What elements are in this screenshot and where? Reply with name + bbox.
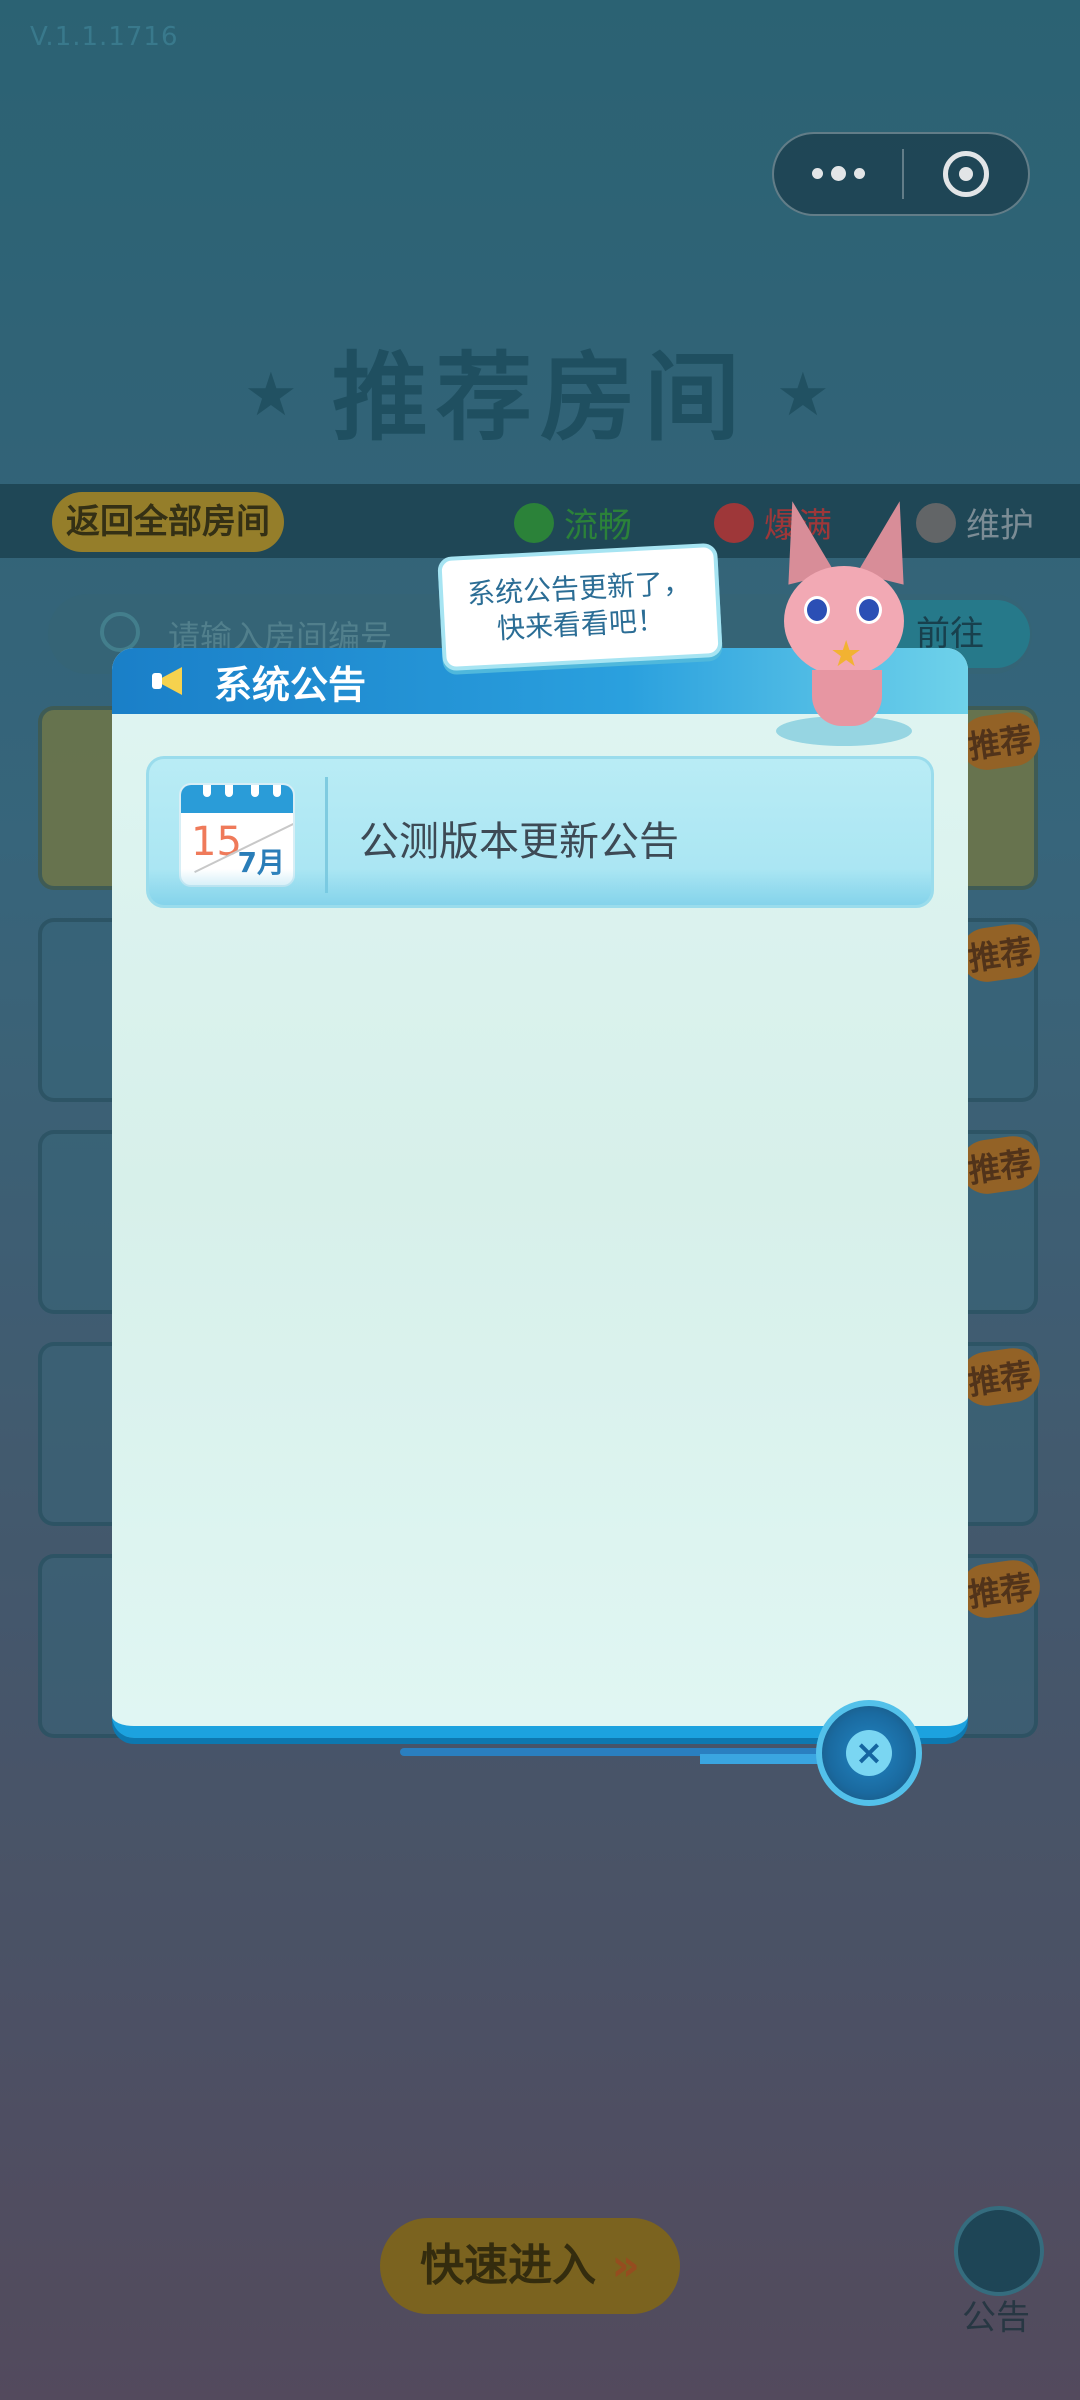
close-button[interactable]: ×	[816, 1700, 922, 1806]
notice-list-item[interactable]: 15 7月 公测版本更新公告	[146, 756, 934, 908]
bubble-line-2: 快来看看吧！	[496, 603, 666, 646]
fox-mascot-icon: ★	[769, 495, 923, 746]
notice-speech-bubble: 系统公告更新了， 快来看看吧！	[437, 542, 723, 672]
calendar-day: 15	[191, 819, 242, 865]
close-deco-line-accent	[700, 1754, 820, 1764]
close-icon: ×	[846, 1730, 892, 1776]
system-notice-modal: 系统公告 15 7月 公测版本更新公告	[112, 648, 968, 1738]
megaphone-icon	[152, 661, 196, 701]
notice-item-wave	[149, 869, 931, 905]
modal-title: 系统公告	[214, 662, 367, 707]
notice-item-title: 公测版本更新公告	[359, 819, 679, 865]
